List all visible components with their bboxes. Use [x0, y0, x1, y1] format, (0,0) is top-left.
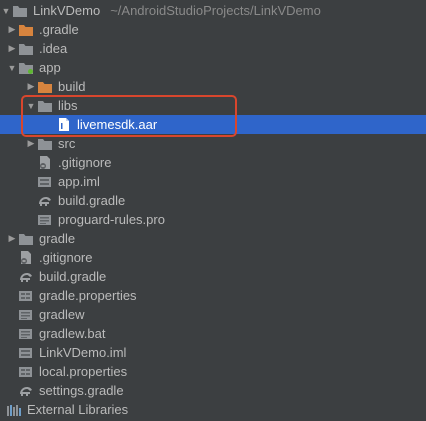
tree-item-label: livemesdk.aar: [77, 117, 158, 132]
text-file-icon: [37, 212, 53, 228]
tree-item-label: settings.gradle: [39, 383, 124, 398]
folder-icon: [37, 136, 53, 152]
tree-item-label: gradle: [39, 231, 76, 246]
folder-icon: [37, 98, 53, 114]
tree-row-build[interactable]: ▶ build: [0, 77, 426, 96]
chevron-down-icon[interactable]: ▼: [6, 58, 18, 77]
gradle-file-icon: [37, 193, 53, 209]
tree-row-src[interactable]: ▶ src: [0, 134, 426, 153]
tree-row-proguard-rules[interactable]: proguard-rules.pro: [0, 210, 426, 229]
tree-item-label: gradle.properties: [39, 288, 137, 303]
iml-file-icon: [18, 345, 34, 361]
chevron-right-icon[interactable]: ▶: [6, 20, 18, 39]
tree-row-app[interactable]: ▼ app: [0, 58, 426, 77]
chevron-right-icon[interactable]: ▶: [6, 39, 18, 58]
folder-icon: [18, 22, 34, 38]
tree-row-gradle-properties[interactable]: gradle.properties: [0, 286, 426, 305]
tree-item-label: .gitignore: [39, 250, 93, 265]
folder-icon: [12, 3, 28, 19]
chevron-right-icon[interactable]: ▶: [25, 134, 37, 153]
tree-item-label: app.iml: [58, 174, 100, 189]
chevron-right-icon[interactable]: ▶: [25, 77, 37, 96]
tree-item-label: External Libraries: [27, 402, 129, 417]
tree-row-project-root[interactable]: ▼ LinkVDemo ~/AndroidStudioProjects/Link…: [0, 1, 426, 20]
tree-row-gradlew-bat[interactable]: gradlew.bat: [0, 324, 426, 343]
tree-item-label: LinkVDemo.iml: [39, 345, 127, 360]
tree-row-app-build-gradle[interactable]: build.gradle: [0, 191, 426, 210]
tree-item-label: build: [58, 79, 86, 94]
tree-item-label: .gitignore: [58, 155, 112, 170]
gradle-file-icon: [18, 269, 34, 285]
tree-row-gradlew[interactable]: gradlew: [0, 305, 426, 324]
tree-item-label: src: [58, 136, 76, 151]
tree-item-label: proguard-rules.pro: [58, 212, 165, 227]
tree-item-label: build.gradle: [58, 193, 126, 208]
tree-row-app-gitignore[interactable]: .gitignore: [0, 153, 426, 172]
tree-item-label: .gradle: [39, 22, 79, 37]
gradle-file-icon: [18, 383, 34, 399]
project-path: ~/AndroidStudioProjects/LinkVDemo: [110, 3, 321, 18]
folder-icon: [18, 41, 34, 57]
tree-row-idea[interactable]: ▶ .idea: [0, 39, 426, 58]
tree-row-app-iml[interactable]: app.iml: [0, 172, 426, 191]
tree-item-label: app: [39, 60, 61, 75]
iml-file-icon: [37, 174, 53, 190]
tree-row-livemesdk-aar[interactable]: livemesdk.aar: [0, 115, 426, 134]
tree-item-label: build.gradle: [39, 269, 107, 284]
tree-row-dot-gradle[interactable]: ▶ .gradle: [0, 20, 426, 39]
text-file-icon: [18, 326, 34, 342]
tree-item-label: gradlew: [39, 307, 85, 322]
project-name: LinkVDemo: [33, 3, 101, 18]
libraries-icon: [6, 402, 22, 418]
module-folder-icon: [18, 60, 34, 76]
tree-row-gradle[interactable]: ▶ gradle: [0, 229, 426, 248]
tree-row-root-iml[interactable]: LinkVDemo.iml: [0, 343, 426, 362]
folder-icon: [18, 231, 34, 247]
tree-row-root-gitignore[interactable]: .gitignore: [0, 248, 426, 267]
text-file-icon: [18, 307, 34, 323]
gitignore-file-icon: [18, 250, 34, 266]
chevron-down-icon[interactable]: ▼: [0, 1, 12, 20]
properties-file-icon: [18, 364, 34, 380]
chevron-right-icon[interactable]: ▶: [6, 229, 18, 248]
properties-file-icon: [18, 288, 34, 304]
tree-row-libs[interactable]: ▼ libs: [0, 96, 426, 115]
tree-item-label: libs: [58, 98, 78, 113]
tree-item-label: local.properties: [39, 364, 128, 379]
tree-row-external-libraries[interactable]: External Libraries: [0, 400, 426, 419]
tree-row-local-properties[interactable]: local.properties: [0, 362, 426, 381]
gitignore-file-icon: [37, 155, 53, 171]
tree-row-settings-gradle[interactable]: settings.gradle: [0, 381, 426, 400]
file-icon: [56, 117, 72, 133]
folder-icon: [37, 79, 53, 95]
tree-row-root-build-gradle[interactable]: build.gradle: [0, 267, 426, 286]
chevron-down-icon[interactable]: ▼: [25, 96, 37, 115]
tree-item-label: .idea: [39, 41, 68, 56]
tree-item-label: gradlew.bat: [39, 326, 106, 341]
